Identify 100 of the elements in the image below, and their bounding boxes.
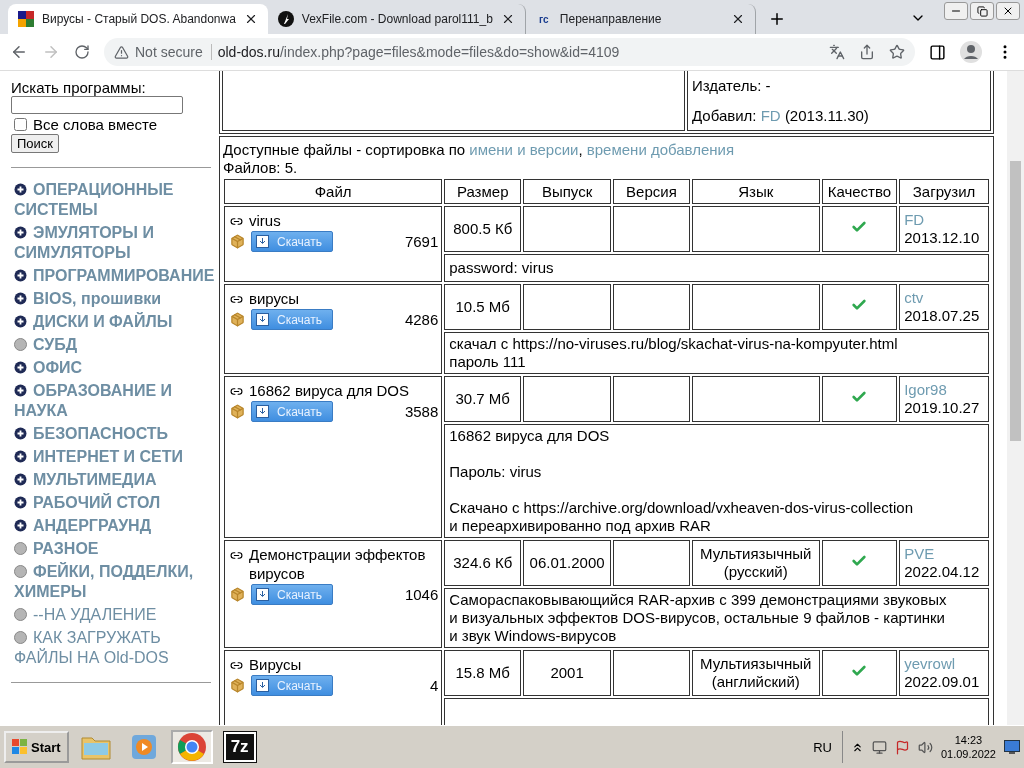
sort-link[interactable]: имени и версии <box>469 141 579 158</box>
category-link[interactable]: ИНТЕРНЕТ И СЕТИ <box>11 447 216 467</box>
windows-logo-icon <box>12 739 28 755</box>
added-by-text: Добавил: FD (2013.11.30) <box>692 107 870 124</box>
language-cell: Мультиязычный (русский) <box>691 540 820 586</box>
close-window-button[interactable] <box>996 2 1020 20</box>
download-button[interactable]: Скачать <box>251 584 333 605</box>
language-indicator[interactable]: RU <box>813 739 832 755</box>
user-link[interactable]: FD <box>760 107 781 124</box>
note-text: и визуальных эффектов DOS-вирусов, остальные 9 файлов - картинки <box>449 609 946 627</box>
category-link[interactable]: ФЕЙКИ, ПОДДЕЛКИ, ХИМЕРЫ <box>11 562 216 602</box>
column-header: Загрузил <box>899 179 989 204</box>
note-text: Скачано с https://archive.org/download/vxheaven-dos-virus-collection <box>449 499 914 517</box>
volume-icon[interactable] <box>917 739 933 755</box>
category-link[interactable]: --НА УДАЛЕНИЕ <box>11 605 216 625</box>
sort-link[interactable]: времени добавления <box>586 141 735 158</box>
note-text: пароль 111 <box>449 353 527 371</box>
flag-icon[interactable] <box>894 739 910 755</box>
category-link[interactable]: БЕЗОПАСНОСТЬ <box>11 424 216 444</box>
note-text: скачал с https://no-viruses.ru/blog/skachat-virus-na-kompyuter.html <box>449 335 899 353</box>
publisher-text: Издатель: - <box>692 77 772 94</box>
file-name: Вирусы <box>249 655 302 674</box>
scrollbar-thumb[interactable] <box>1010 161 1021 441</box>
share-icon[interactable] <box>859 44 875 60</box>
show-desktop-icon[interactable] <box>1004 740 1020 754</box>
note-text: 16862 вируса для DOS <box>449 427 611 445</box>
separator-text: , <box>578 141 583 158</box>
column-header: Выпуск <box>523 179 612 204</box>
user-link[interactable]: yevrowl <box>904 655 956 672</box>
minimize-button[interactable] <box>944 2 968 20</box>
size-cell: 30.7 Мб <box>444 376 522 422</box>
column-header: Язык <box>691 179 820 204</box>
bookmark-star-icon[interactable] <box>889 44 905 60</box>
close-icon <box>1002 5 1014 17</box>
taskbar-app[interactable] <box>170 730 213 764</box>
address-bar[interactable]: Not secure old-dos.ru/index.php?page=files&mode=files&do=show&id=4109 <box>104 38 915 66</box>
download-count: 3588 <box>404 403 439 420</box>
download-button[interactable]: Скачать <box>251 231 333 252</box>
category-link[interactable]: АНДЕРГРАУНД <box>11 516 216 536</box>
download-count: 4 <box>429 677 439 694</box>
category-link[interactable]: СУБД <box>11 335 216 355</box>
warning-icon <box>114 44 129 60</box>
category-link[interactable]: BIOS, прошивки <box>11 289 216 309</box>
upload-date: 2022.09.01 <box>904 673 980 690</box>
upload-date: 2013.12.10 <box>904 229 980 246</box>
side-panel-icon[interactable] <box>929 43 946 61</box>
category-link[interactable]: РАЗНОЕ <box>11 539 216 559</box>
size-cell: 800.5 Кб <box>444 206 522 252</box>
user-link[interactable]: ctv <box>904 289 924 306</box>
link-icon[interactable] <box>230 549 243 562</box>
column-header: Качество <box>821 179 898 204</box>
file-count: Файлов: 5. <box>223 159 298 176</box>
start-button[interactable]: Start <box>4 731 69 763</box>
link-icon[interactable] <box>230 385 243 398</box>
size-cell: 324.6 Кб <box>444 540 522 586</box>
checkbox-label: Все слова вместе <box>33 116 158 133</box>
browser-tab[interactable]: Вирусы - Старый DOS. Abandonwa <box>8 4 268 34</box>
download-button[interactable]: Скачать <box>251 675 333 696</box>
link-icon[interactable] <box>230 293 243 306</box>
download-button[interactable]: Скачать <box>251 401 333 422</box>
file-name: вирусы <box>249 289 300 308</box>
category-link[interactable]: МУЛЬТИМЕДИА <box>11 470 216 490</box>
download-button[interactable]: Скачать <box>251 309 333 330</box>
download-icon <box>256 313 269 326</box>
category-link[interactable]: ПРОГРАММИРОВАНИЕ <box>11 266 216 286</box>
clock[interactable]: 14:23 01.09.2022 <box>940 733 996 761</box>
checkbox[interactable] <box>14 118 27 131</box>
package-icon <box>230 404 245 419</box>
category-link[interactable]: ОПЕРАЦИОННЫЕ СИСТЕМЫ <box>11 180 216 220</box>
category-link[interactable]: ДИСКИ И ФАЙЛЫ <box>11 312 216 332</box>
download-icon <box>256 588 269 601</box>
category-link[interactable]: РАБОЧИЙ СТОЛ <box>11 493 216 513</box>
package-icon <box>230 587 245 602</box>
file-name: 16862 вируса для DOS <box>249 381 410 400</box>
size-cell: 10.5 Мб <box>444 284 522 330</box>
release-cell: 2001 <box>523 650 612 696</box>
user-link[interactable]: FD <box>904 211 925 228</box>
size-cell: 15.8 Мб <box>444 650 522 696</box>
download-count: 4286 <box>404 311 439 328</box>
user-link[interactable]: PVE <box>904 545 935 562</box>
back-icon[interactable] <box>10 43 28 61</box>
search-button[interactable]: Поиск <box>11 134 60 153</box>
restore-button[interactable] <box>970 2 994 20</box>
security-label: Not secure <box>135 44 212 60</box>
reload-icon[interactable] <box>74 44 90 60</box>
search-field[interactable] <box>11 96 183 114</box>
user-link[interactable]: Igor98 <box>904 381 947 398</box>
category-link[interactable]: КАК ЗАГРУЖАТЬ ФАЙЛЫ НА Old-DOS <box>11 628 216 668</box>
link-icon[interactable] <box>230 659 243 672</box>
package-icon <box>230 312 245 327</box>
translate-icon[interactable] <box>829 44 845 60</box>
language-cell: Мультиязычный (английский) <box>691 650 820 696</box>
upload-date: 2022.04.12 <box>904 563 980 580</box>
link-icon[interactable] <box>230 215 243 228</box>
profile-icon[interactable] <box>960 41 982 63</box>
scrollbar[interactable] <box>1007 71 1024 725</box>
site-logo: гс <box>538 12 550 27</box>
category-link[interactable]: ОФИС <box>11 358 216 378</box>
category-link[interactable]: ЭМУЛЯТОРЫ И СИМУЛЯТОРЫ <box>11 223 216 263</box>
category-link[interactable]: ОБРАЗОВАНИЕ И НАУКА <box>11 381 216 421</box>
